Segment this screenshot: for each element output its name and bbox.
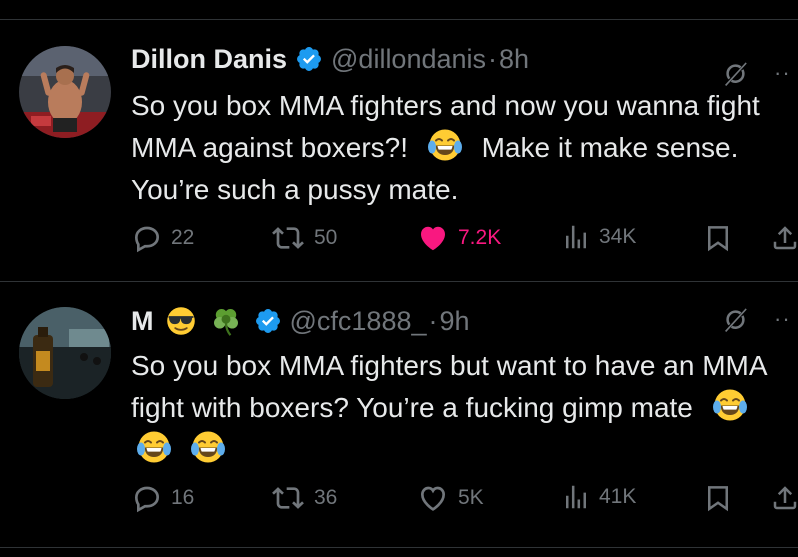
views-icon [561,482,591,512]
sunglasses-emoji [164,305,198,337]
tears-of-joy-emoji [426,127,464,163]
reply-icon [131,482,163,514]
tweet-text-content: So you box MMA fighters but want to have… [131,350,766,423]
avatar[interactable] [19,46,111,138]
tweet-2[interactable]: M @cfc1888_ · 9h ·· So you box MMA fight… [0,282,798,547]
like-icon [416,482,450,514]
reply-count: 16 [171,486,195,509]
views-button[interactable]: 41K [561,482,636,512]
share-button[interactable] [770,222,798,254]
view-count: 41K [599,485,637,508]
bookmark-button[interactable] [703,222,741,254]
share-button[interactable] [770,482,798,514]
bookmark-icon [703,222,733,254]
views-icon [561,222,591,252]
like-count: 5K [458,486,484,509]
like-icon [416,222,450,254]
separator: · [428,305,438,336]
display-name[interactable]: Dillon Danis [131,44,287,75]
four-leaf-clover-emoji [210,305,242,337]
reply-button[interactable]: 16 [131,482,194,514]
retweet-button[interactable]: 50 [270,222,337,254]
username[interactable]: @cfc1888_ [290,306,427,337]
action-bar: 16 36 5K 41K [131,482,798,522]
retweet-count: 36 [314,486,338,509]
tweet-1[interactable]: Dillon Danis @dillondanis · 8h ·· So you… [0,20,798,281]
tweet-header: Dillon Danis @dillondanis · 8h [131,42,529,76]
bottom-divider [0,547,798,548]
retweet-icon [270,222,306,254]
share-icon [770,482,798,514]
reply-button[interactable]: 22 [131,222,194,254]
tweet-header: M @cfc1888_ · 9h [131,304,470,338]
tweet-text: So you box MMA fighters and now you wann… [131,85,791,211]
reply-count: 22 [171,226,195,249]
like-count: 7.2K [458,226,502,249]
tears-of-joy-emoji [711,387,749,423]
reply-icon [131,222,163,254]
more-icon[interactable]: ·· [774,306,791,332]
grok-icon[interactable] [720,58,750,88]
retweet-count: 50 [314,226,338,249]
tweet-text: So you box MMA fighters but want to have… [131,345,791,471]
timestamp[interactable]: 9h [440,306,470,337]
share-icon [770,222,798,254]
more-icon[interactable]: ·· [774,60,791,86]
verified-badge-icon[interactable] [295,45,323,73]
like-button[interactable]: 5K [416,482,484,514]
action-bar: 22 50 7.2K 34K [131,218,798,258]
like-button[interactable]: 7.2K [416,222,501,254]
retweet-button[interactable]: 36 [270,482,337,514]
timestamp[interactable]: 8h [499,44,529,75]
tears-of-joy-emoji [135,429,173,465]
avatar[interactable] [19,307,111,399]
view-count: 34K [599,225,637,248]
tears-of-joy-emoji [189,429,227,465]
display-name[interactable]: M [131,306,154,337]
verified-badge-icon[interactable] [254,307,282,335]
username[interactable]: @dillondanis [331,44,486,75]
separator: · [488,43,498,74]
bookmark-icon [703,482,733,514]
bookmark-button[interactable] [703,482,741,514]
views-button[interactable]: 34K [561,222,636,252]
retweet-icon [270,482,306,514]
grok-icon[interactable] [720,304,750,334]
